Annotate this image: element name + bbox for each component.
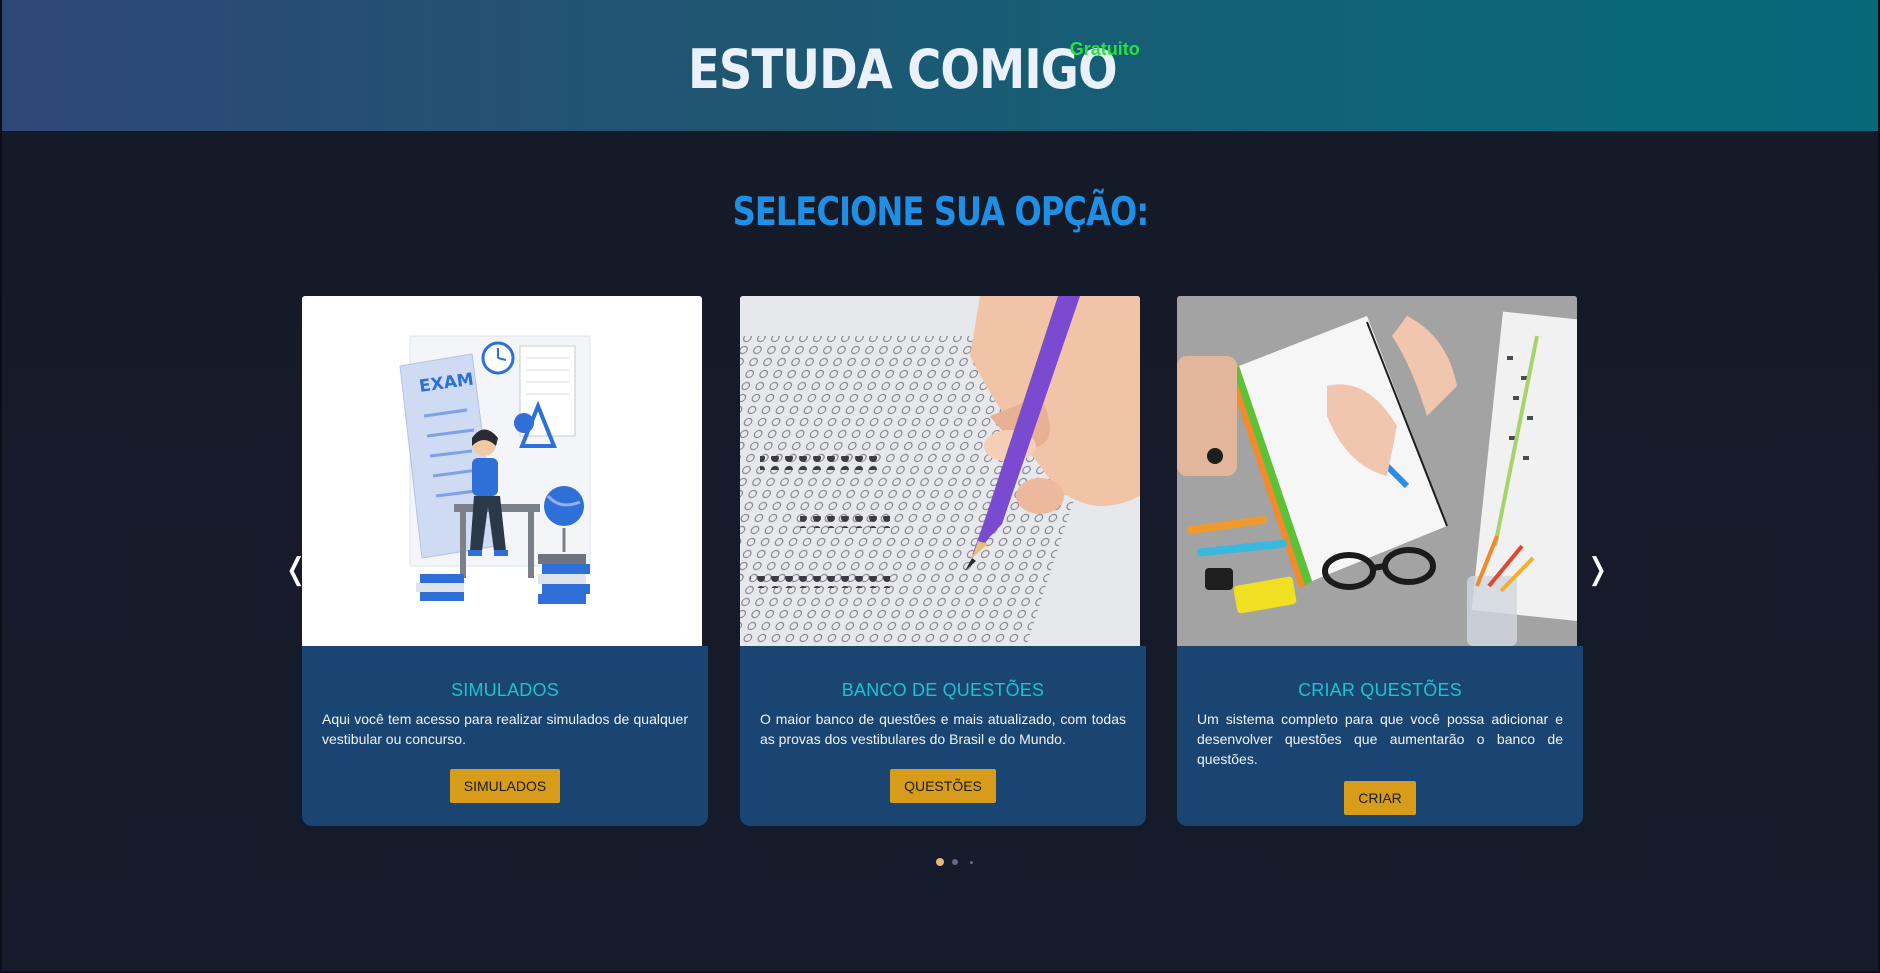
card-description: Um sistema completo para que você possa …: [1197, 711, 1563, 767]
card-banco-questoes: BANCO DE QUESTÕES O maior banco de quest…: [740, 296, 1146, 826]
criar-button[interactable]: CRIAR: [1344, 781, 1416, 815]
card-title: BANCO DE QUESTÕES: [841, 680, 1045, 700]
brand[interactable]: ESTUDA COMIGO Gratuito: [688, 38, 1186, 101]
simulados-button[interactable]: SIMULADOS: [449, 769, 561, 803]
section-title: SELECIONE SUA OPÇÃO:: [732, 190, 1149, 235]
free-badge: Gratuito: [1069, 39, 1140, 59]
pagination-dot-active[interactable]: [936, 858, 944, 866]
card-image-desk-notebook: [1177, 296, 1577, 646]
card-body: SIMULADOS Aqui você tem acesso para real…: [302, 646, 708, 826]
card-description: O maior banco de questões e mais atualiz…: [760, 711, 1126, 747]
card-body: CRIAR QUESTÕES Um sistema completo para …: [1177, 646, 1583, 826]
card-title: CRIAR QUESTÕES: [1298, 680, 1462, 700]
card-description: Aqui você tem acesso para realizar simul…: [322, 711, 688, 747]
carousel-next-button[interactable]: ❭: [1585, 555, 1610, 585]
card-criar-questoes: CRIAR QUESTÕES Um sistema completo para …: [1177, 296, 1583, 826]
site-header: ESTUDA COMIGO Gratuito: [2, 0, 1878, 131]
pagination-dot[interactable]: [970, 860, 973, 864]
card-image-answer-sheet: [740, 296, 1140, 646]
brand-title: ESTUDA COMIGO: [687, 38, 1118, 101]
questoes-button[interactable]: QUESTÕES: [890, 769, 996, 803]
card-image-exam-illustration: EXAM: [302, 296, 702, 646]
pagination-dot[interactable]: [952, 859, 958, 865]
card-simulados: EXAM SIMULADOS Aqui você tem acesso para…: [302, 296, 708, 826]
carousel-pagination: [936, 858, 973, 866]
card-title: SIMULADOS: [451, 680, 559, 700]
card-body: BANCO DE QUESTÕES O maior banco de quest…: [740, 646, 1146, 826]
